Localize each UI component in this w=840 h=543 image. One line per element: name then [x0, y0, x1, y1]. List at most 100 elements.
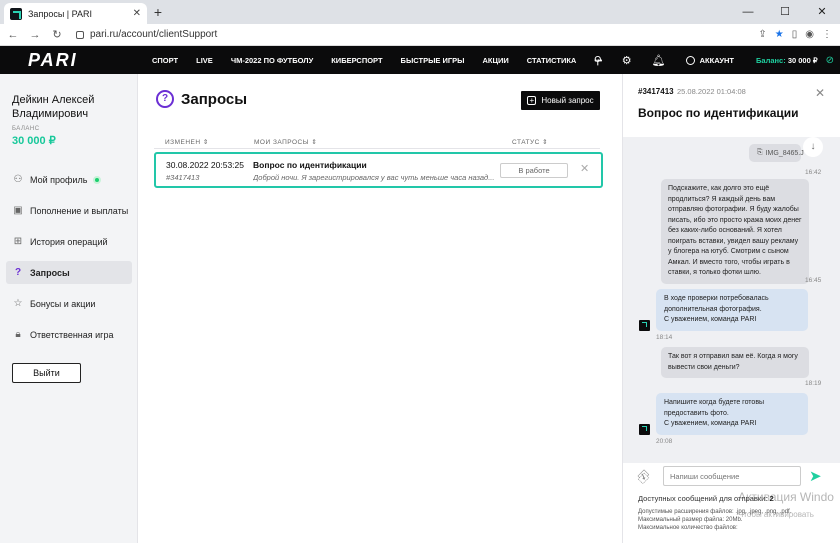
- sidebar-item-profile[interactable]: ⚇ Мой профиль: [6, 168, 132, 191]
- chat-messages[interactable]: ⎘ IMG_8465.J ↓ 16:42 Подскажите, как дол…: [623, 137, 840, 463]
- tab-close-icon[interactable]: ✕: [133, 8, 141, 19]
- lock-icon: 🔒︎: [15, 329, 21, 340]
- page-title: ? Запросы: [156, 90, 247, 108]
- main-content: ? Запросы + Новый запрос ИЗМЕНЕН ⇕ МОИ З…: [138, 74, 622, 543]
- user-name: Дейкин Алексей Владимирович: [12, 94, 95, 120]
- send-icon[interactable]: ➤: [809, 467, 822, 485]
- nav-statistics[interactable]: СТАТИСТИКА: [527, 56, 577, 65]
- account-button[interactable]: АККАУНТ: [685, 55, 735, 65]
- sidepanel-icon[interactable]: ▯: [792, 29, 798, 40]
- sidebar-item-label: Мой профиль: [30, 174, 88, 185]
- paperclip-icon: ⎘: [757, 149, 763, 156]
- request-date: 30.08.2022 20:53:25: [166, 160, 244, 170]
- operator-signature: С уважением, команда PARI: [664, 420, 757, 427]
- new-request-button[interactable]: + Новый запрос: [521, 91, 600, 110]
- chat-request-id: #3417413: [638, 87, 674, 96]
- chat-title: Вопрос по идентификации: [638, 106, 799, 120]
- balance-label: БАЛАНС: [12, 126, 40, 132]
- nav-world-cup[interactable]: ЧМ-2022 ПО ФУТБОЛУ: [231, 56, 313, 65]
- nav-esports[interactable]: КИБЕРСПОРТ: [331, 56, 382, 65]
- nav-sport[interactable]: СПОРТ: [152, 56, 178, 65]
- operator-avatar-icon: [639, 320, 650, 331]
- column-header-status[interactable]: СТАТУС ⇕: [512, 138, 548, 146]
- nav-live[interactable]: LIVE: [196, 56, 213, 65]
- column-header-my-requests[interactable]: МОИ ЗАПРОСЫ ⇕: [254, 138, 317, 146]
- nav-promotions[interactable]: АКЦИИ: [483, 56, 509, 65]
- new-tab-icon[interactable]: +: [150, 4, 166, 20]
- sidebar-item-label: История операций: [30, 236, 108, 247]
- message-time: 16:42: [805, 169, 822, 176]
- profile-icon[interactable]: ◉: [805, 29, 814, 40]
- request-subject: Вопрос по идентификации: [253, 160, 367, 170]
- message-time: 18:19: [805, 380, 822, 387]
- url-field[interactable]: pari.ru/account/clientSupport: [76, 29, 758, 40]
- minimize-icon[interactable]: —: [730, 0, 766, 24]
- operator-message: В ходе проверки потребовалась дополнител…: [656, 289, 808, 331]
- star-icon: ☆: [13, 298, 23, 309]
- reload-icon[interactable]: ↻: [48, 28, 66, 41]
- header-balance-value: 30 000 ₽: [787, 55, 818, 65]
- chat-header: #3417413 25.08.2022 01:04:08 ✕ Вопрос по…: [623, 74, 840, 137]
- close-request-icon[interactable]: ✕: [580, 162, 589, 175]
- attachment-bubble[interactable]: ⎘ IMG_8465.J: [749, 144, 804, 162]
- sidebar: Дейкин Алексей Владимирович БАЛАНС 30 00…: [0, 74, 138, 543]
- maximize-icon[interactable]: ☐: [767, 0, 803, 24]
- page-title-text: Запросы: [181, 90, 248, 108]
- header-balance-label: Баланс:: [756, 55, 786, 65]
- browser-tab-bar: Запросы | PARI ✕ + — ☐ ✕: [0, 0, 840, 24]
- forward-icon[interactable]: →: [26, 29, 44, 41]
- window-close-icon[interactable]: ✕: [804, 0, 840, 24]
- browser-menu-icon[interactable]: ⋮: [822, 29, 832, 40]
- sidebar-item-history[interactable]: ⊞ История операций: [6, 230, 132, 253]
- user-message: Так вот я отправил вам её. Когда я могу …: [661, 347, 809, 378]
- sidebar-item-payments[interactable]: ▣ Пополнение и выплаты: [6, 199, 132, 222]
- account-icon: [685, 55, 695, 65]
- sidebar-item-bonuses[interactable]: ☆ Бонусы и акции: [6, 292, 132, 315]
- watermark-line-2: Чтобы активировать: [738, 510, 814, 519]
- account-label: АККАУНТ: [699, 55, 735, 65]
- chat-close-icon[interactable]: ✕: [815, 86, 825, 100]
- bookmark-star-icon[interactable]: ★: [775, 29, 784, 40]
- question-icon: ?: [14, 267, 22, 278]
- back-icon[interactable]: ←: [4, 29, 22, 41]
- sidebar-item-requests[interactable]: ? Запросы: [6, 261, 132, 284]
- windows-activation-watermark: Активация Windo Чтобы активировать: [738, 488, 834, 524]
- eye-icon[interactable]: ⊘: [826, 55, 834, 66]
- wallet-icon: ▣: [13, 205, 23, 216]
- verified-status-dot: [93, 175, 102, 184]
- operator-message-text: В ходе проверки потребовалась дополнител…: [664, 295, 769, 313]
- upload-rule-count: Максимальное количество файлов:: [638, 524, 738, 531]
- sidebar-item-label: Бонусы и акции: [30, 298, 96, 309]
- logout-button[interactable]: Выйти: [12, 363, 81, 383]
- attach-paperclip-icon[interactable]: ⎘: [634, 468, 653, 487]
- lock-icon[interactable]: [76, 30, 84, 39]
- watermark-line-1: Активация Windo: [738, 490, 834, 504]
- sidebar-item-responsible-gaming[interactable]: 🔒︎ Ответственная игра: [6, 323, 132, 346]
- message-time: 20:08: [656, 438, 673, 445]
- table-divider: [154, 148, 600, 149]
- chat-panel: #3417413 25.08.2022 01:04:08 ✕ Вопрос по…: [622, 74, 840, 543]
- url-text: pari.ru/account/clientSupport: [90, 29, 218, 40]
- pari-logo[interactable]: PARI: [28, 51, 104, 69]
- message-input[interactable]: [663, 466, 801, 486]
- nav-fast-games[interactable]: БЫСТРЫЕ ИГРЫ: [401, 56, 465, 65]
- user-icon: ⚇: [13, 174, 23, 185]
- sidebar-item-label: Пополнение и выплаты: [30, 205, 129, 216]
- attachment-name: IMG_8465.J: [765, 149, 804, 157]
- main-nav: СПОРТ LIVE ЧМ-2022 ПО ФУТБОЛУ КИБЕРСПОРТ…: [152, 56, 620, 65]
- user-message: Подскажите, как долго это ещё продлиться…: [661, 179, 809, 284]
- plus-icon: +: [527, 96, 537, 105]
- grid-icon: ⊞: [13, 236, 23, 247]
- gear-icon[interactable]: ⚙: [622, 54, 632, 67]
- balance-value: 30 000 ₽: [12, 135, 56, 147]
- chat-datetime: 25.08.2022 01:04:08: [677, 87, 746, 96]
- browser-tab[interactable]: Запросы | PARI ✕: [4, 3, 147, 24]
- column-header-changed[interactable]: ИЗМЕНЕН ⇕: [165, 138, 209, 146]
- share-icon[interactable]: ⇪: [758, 29, 766, 40]
- new-request-label: Новый запрос: [541, 96, 594, 105]
- request-row[interactable]: 30.08.2022 20:53:25 #3417413 Вопрос по и…: [154, 152, 603, 188]
- operator-message: Напишите когда будете готовы предоставит…: [656, 393, 808, 435]
- bell-icon[interactable]: 🔔︎: [652, 54, 666, 67]
- scroll-down-icon[interactable]: ↓: [803, 137, 823, 157]
- search-icon[interactable]: ⚲: [594, 54, 602, 67]
